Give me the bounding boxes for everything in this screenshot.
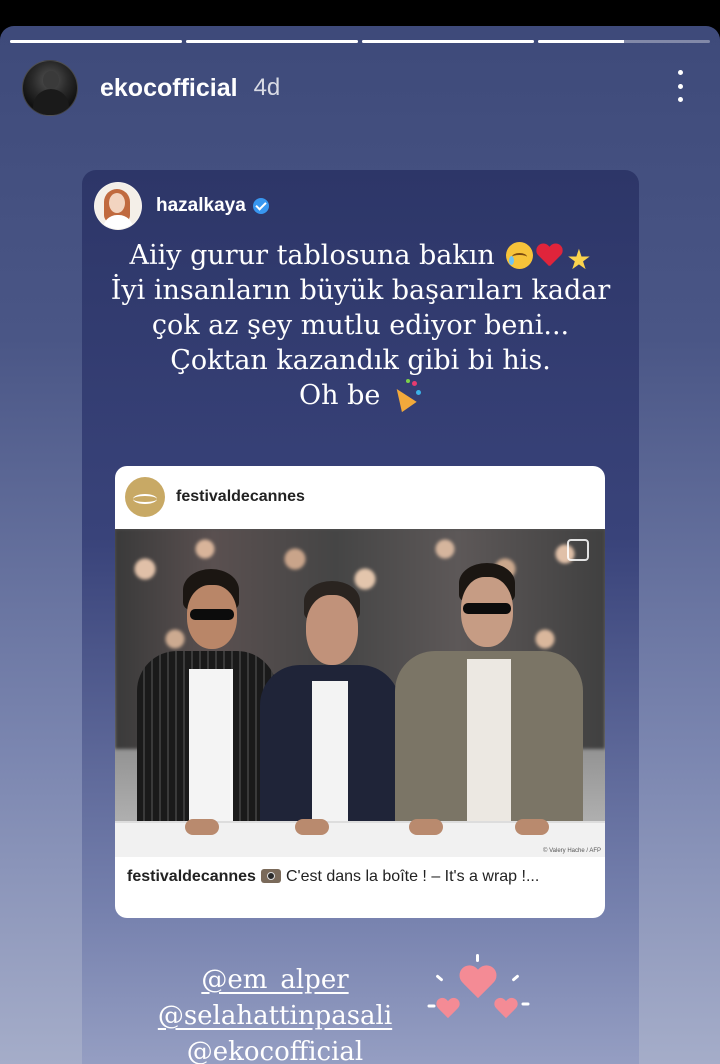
story-text-line-4: Çoktan kazandık gibi bi his. xyxy=(170,345,551,376)
multi-photo-icon xyxy=(567,539,589,561)
party-popper-icon xyxy=(389,379,422,413)
post-username[interactable]: festivaldecannes xyxy=(176,488,305,506)
photo-credit: © Valery Hache / AFP xyxy=(543,848,601,854)
story-text-line-5: Oh be xyxy=(82,378,639,413)
progress-segment xyxy=(362,40,534,43)
reshared-story-header: hazalkaya xyxy=(94,182,269,230)
progress-segment xyxy=(10,40,182,43)
story-progress-bar xyxy=(10,40,710,43)
verified-badge-icon xyxy=(252,198,269,214)
mention-selahattinpasali[interactable]: @selahattinpasali xyxy=(150,998,400,1034)
progress-segment xyxy=(186,40,358,43)
shared-post[interactable]: festivaldecannes © Valery Hache / AFP fe… xyxy=(115,466,605,918)
post-avatar[interactable] xyxy=(125,477,165,517)
hearts-sticker-icon xyxy=(427,954,530,1040)
caption-username[interactable]: festivaldecannes xyxy=(127,868,256,885)
story-time: 4d xyxy=(253,74,281,101)
story-username[interactable]: ekocofficial xyxy=(100,74,238,103)
progress-segment-current xyxy=(538,40,710,43)
story-header: ekocofficial 4d xyxy=(22,60,280,116)
crying-face-icon xyxy=(506,242,534,269)
mention-ekocofficial[interactable]: @ekocofficial xyxy=(150,1034,400,1064)
photo-hand xyxy=(515,819,549,835)
reshared-username[interactable]: hazalkaya xyxy=(156,195,246,217)
photo-hand xyxy=(409,819,443,835)
glowing-star-icon: ★ xyxy=(566,243,592,276)
photo-hand xyxy=(185,819,219,835)
photo-hand xyxy=(295,819,329,835)
mentions: @em_alper @selahattinpasali @ekocofficia… xyxy=(150,962,400,1064)
mention-em-alper[interactable]: @em_alper xyxy=(150,962,400,998)
profile-avatar[interactable] xyxy=(22,60,78,116)
reshared-avatar[interactable] xyxy=(94,182,142,230)
story-text-line-3: çok az şey mutlu ediyor beni... xyxy=(151,310,570,341)
story-text-line-1: Aiiy gurur tablosuna bakın ★ xyxy=(129,240,592,276)
red-heart-icon xyxy=(536,242,563,269)
story-viewer[interactable]: ekocofficial 4d hazalkaya Aiiy gurur tab… xyxy=(0,26,720,1064)
post-header: festivaldecannes xyxy=(125,477,305,517)
story-text-line-2: İyi insanların büyük başarıları kadar xyxy=(110,275,611,306)
story-text: Aiiy gurur tablosuna bakın ★ İyi insanla… xyxy=(82,238,639,413)
camera-flash-icon xyxy=(260,869,281,883)
caption-text: C'est dans la boîte ! – It's a wrap !... xyxy=(285,868,540,885)
reshared-story-card[interactable]: hazalkaya Aiiy gurur tablosuna bakın ★ İ… xyxy=(82,170,639,1064)
more-vertical-icon[interactable] xyxy=(676,70,684,102)
post-photo[interactable]: © Valery Hache / AFP xyxy=(115,529,605,857)
post-caption: festivaldecannes C'est dans la boîte ! – … xyxy=(127,868,593,886)
